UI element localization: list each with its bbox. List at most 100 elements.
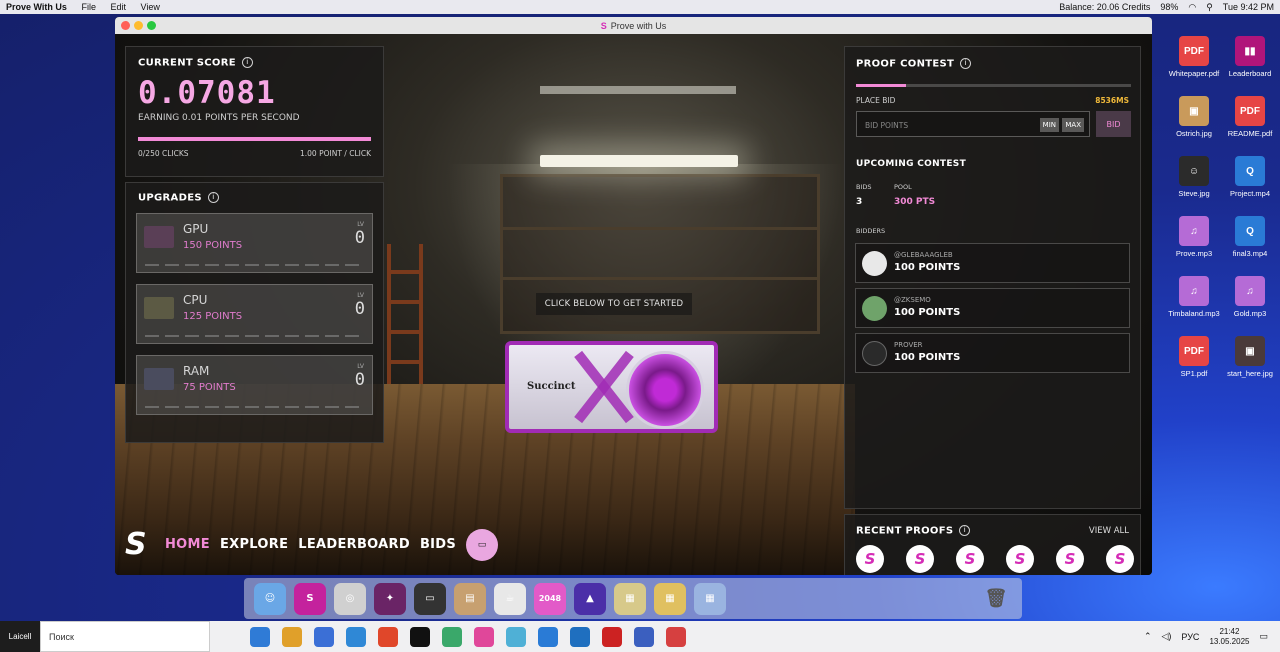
taskbar-app-icon[interactable] [538,626,558,647]
taskbar-app-icon[interactable] [410,626,430,647]
proof-badge-icon[interactable]: S [1006,545,1034,573]
nav-leaderboard[interactable]: LEADERBOARD [298,537,410,552]
nav-bids[interactable]: BIDS [420,537,456,552]
menubar: Prove With Us File Edit View Balance: 20… [0,0,1280,14]
dock-tiles-1-icon[interactable]: ▦ [614,582,646,615]
gpu-card-clickable[interactable]: Succinct [505,341,718,433]
window-titlebar[interactable]: S Prove with Us [115,17,1152,34]
close-window-button[interactable] [121,21,130,30]
taskbar-app-icon[interactable] [570,626,590,647]
dock-network-icon[interactable]: ◎ [334,582,366,615]
taskbar-apps [250,626,686,647]
dock-arcade-icon[interactable]: ▲ [574,582,606,615]
wifi-icon[interactable]: ◠ [1188,2,1196,13]
bid-button[interactable]: BID [1096,111,1131,137]
dock-wallet-icon[interactable]: ▤ [454,582,486,615]
taskbar-app-icon[interactable] [602,626,622,647]
start-button[interactable]: Laicell [0,621,40,652]
desktop-file-icon[interactable]: ♫ Prove.mp3 [1164,216,1224,258]
taskbar-app-icon[interactable] [282,626,302,647]
dock-prove-app-icon[interactable]: ✦ [374,582,406,615]
info-icon[interactable]: i [960,58,972,69]
contest-progress [856,84,1131,87]
taskbar-app-icon[interactable] [666,626,686,647]
bidder-row[interactable]: @GLEBAAAGLEB 100 POINTS [855,243,1130,283]
desktop-file-icon[interactable]: ▣ start_here.jpg [1220,336,1280,378]
view-all-link[interactable]: VIEW ALL [1089,526,1129,536]
dock-tiles-2-icon[interactable]: ▦ [654,582,686,615]
desktop-file-icon[interactable]: PDF Whitepaper.pdf [1164,36,1224,78]
volume-icon[interactable]: ◁) [1161,631,1171,642]
proof-badge-icon[interactable]: S [1056,545,1084,573]
bidder-row[interactable]: PROVER 100 POINTS [855,333,1130,373]
info-icon[interactable]: i [207,192,219,203]
garage-scene[interactable]: CLICK BELOW TO GET STARTED Succinct CURR… [115,34,1152,575]
taskbar-app-icon[interactable] [442,626,462,647]
min-button[interactable]: MIN [1039,118,1059,132]
taskbar-app-icon[interactable] [314,626,334,647]
menu-edit[interactable]: Edit [110,2,126,12]
minimize-window-button[interactable] [134,21,143,30]
taskbar-app-icon[interactable] [346,626,366,647]
desktop-file-label: Timbaland.mp3 [1168,309,1220,318]
trash-icon[interactable]: 🗑 [980,583,1012,615]
taskbar-search-input[interactable]: Поиск [40,621,210,652]
max-button[interactable]: MAX [1062,118,1084,132]
taskbar-app-icon[interactable] [378,626,398,647]
nav-explore[interactable]: EXPLORE [220,537,288,552]
balance-text: Balance: 20.06 Credits [1059,2,1151,12]
taskbar-app-icon[interactable] [474,626,494,647]
desktop-file-icon[interactable]: ☺ Steve.jpg [1164,156,1224,198]
desktop-file-icon[interactable]: PDF SP1.pdf [1164,336,1224,378]
dock-tea-icon[interactable]: ☕ [494,582,526,615]
taskbar-clock[interactable]: 21:42 13.05.2025 [1209,627,1249,647]
dock-finder-icon[interactable]: ☺ [254,582,286,615]
profile-icon[interactable]: ▭ [466,528,499,561]
proof-badge-icon[interactable]: S [906,545,934,573]
zoom-window-button[interactable] [147,21,156,30]
dock-tiles-3-icon[interactable]: ▦ [694,582,726,615]
pool-value: 300 PTS [894,197,936,207]
desktop-file-icon[interactable]: ♫ Timbaland.mp3 [1164,276,1224,318]
bidder-points: 100 POINTS [894,352,961,363]
menu-file[interactable]: File [81,2,96,12]
search-icon[interactable]: ⚲ [1206,2,1213,13]
file-thumbnail-icon: PDF [1235,96,1265,126]
upgrade-name: CPU [183,293,208,307]
bid-input-box[interactable]: BID POINTS MIN MAX [856,111,1090,137]
desktop-file-icon[interactable]: ▣ Ostrich.jpg [1164,96,1224,138]
taskbar-app-icon[interactable] [634,626,654,647]
taskbar-app-icon[interactable] [506,626,526,647]
succinct-logo-icon[interactable]: S [125,527,155,562]
dock-terminal-icon[interactable]: ▭ [414,582,446,615]
desktop-file-icon[interactable]: Q Project.mp4 [1220,156,1280,198]
nav-home[interactable]: HOME [165,537,210,552]
proof-badge-icon[interactable]: S [1106,545,1134,573]
language-indicator[interactable]: РУС [1181,632,1199,642]
menubar-clock[interactable]: Tue 9:42 PM [1223,2,1274,12]
notifications-icon[interactable]: ▭ [1259,631,1268,642]
upgrade-cpu[interactable]: CPU 125 POINTS LV 0 [136,284,373,344]
desktop-file-icon[interactable]: ▮▮ Leaderboard [1220,36,1280,78]
info-icon[interactable]: i [959,525,971,536]
menubar-app-name[interactable]: Prove With Us [6,2,67,12]
upgrade-ram[interactable]: RAM 75 POINTS LV 0 [136,355,373,415]
desktop-file-icon[interactable]: PDF README.pdf [1220,96,1280,138]
info-icon[interactable]: i [241,57,253,68]
battery-text[interactable]: 98% [1160,2,1178,12]
upgrade-gpu[interactable]: GPU 150 POINTS LV 0 [136,213,373,273]
dock-game-2048-icon[interactable]: 2048 [534,582,566,615]
desktop-file-icon[interactable]: ♫ Gold.mp3 [1220,276,1280,318]
dock-succinct-icon[interactable]: S [294,582,326,615]
bidder-row[interactable]: @ZKSEMO 100 POINTS [855,288,1130,328]
chevron-up-icon[interactable]: ⌃ [1144,631,1152,642]
desktop-file-label: Gold.mp3 [1233,309,1267,318]
proof-badge-icon[interactable]: S [956,545,984,573]
dock: ☺ S ◎ ✦ ▭ ▤ ☕ 2048 ▲ ▦ ▦ ▦ 🗑 [244,578,1022,619]
desktop-file-icon[interactable]: Qfinal3.mp4 [1220,216,1280,258]
bid-input-placeholder[interactable]: BID POINTS [865,121,908,130]
menu-view[interactable]: View [141,2,160,12]
proof-badge-icon[interactable]: S [856,545,884,573]
taskbar-app-icon[interactable] [250,626,270,647]
score-panel: CURRENT SCORE i 0.07081 EARNING 0.01 POIN… [125,46,384,177]
